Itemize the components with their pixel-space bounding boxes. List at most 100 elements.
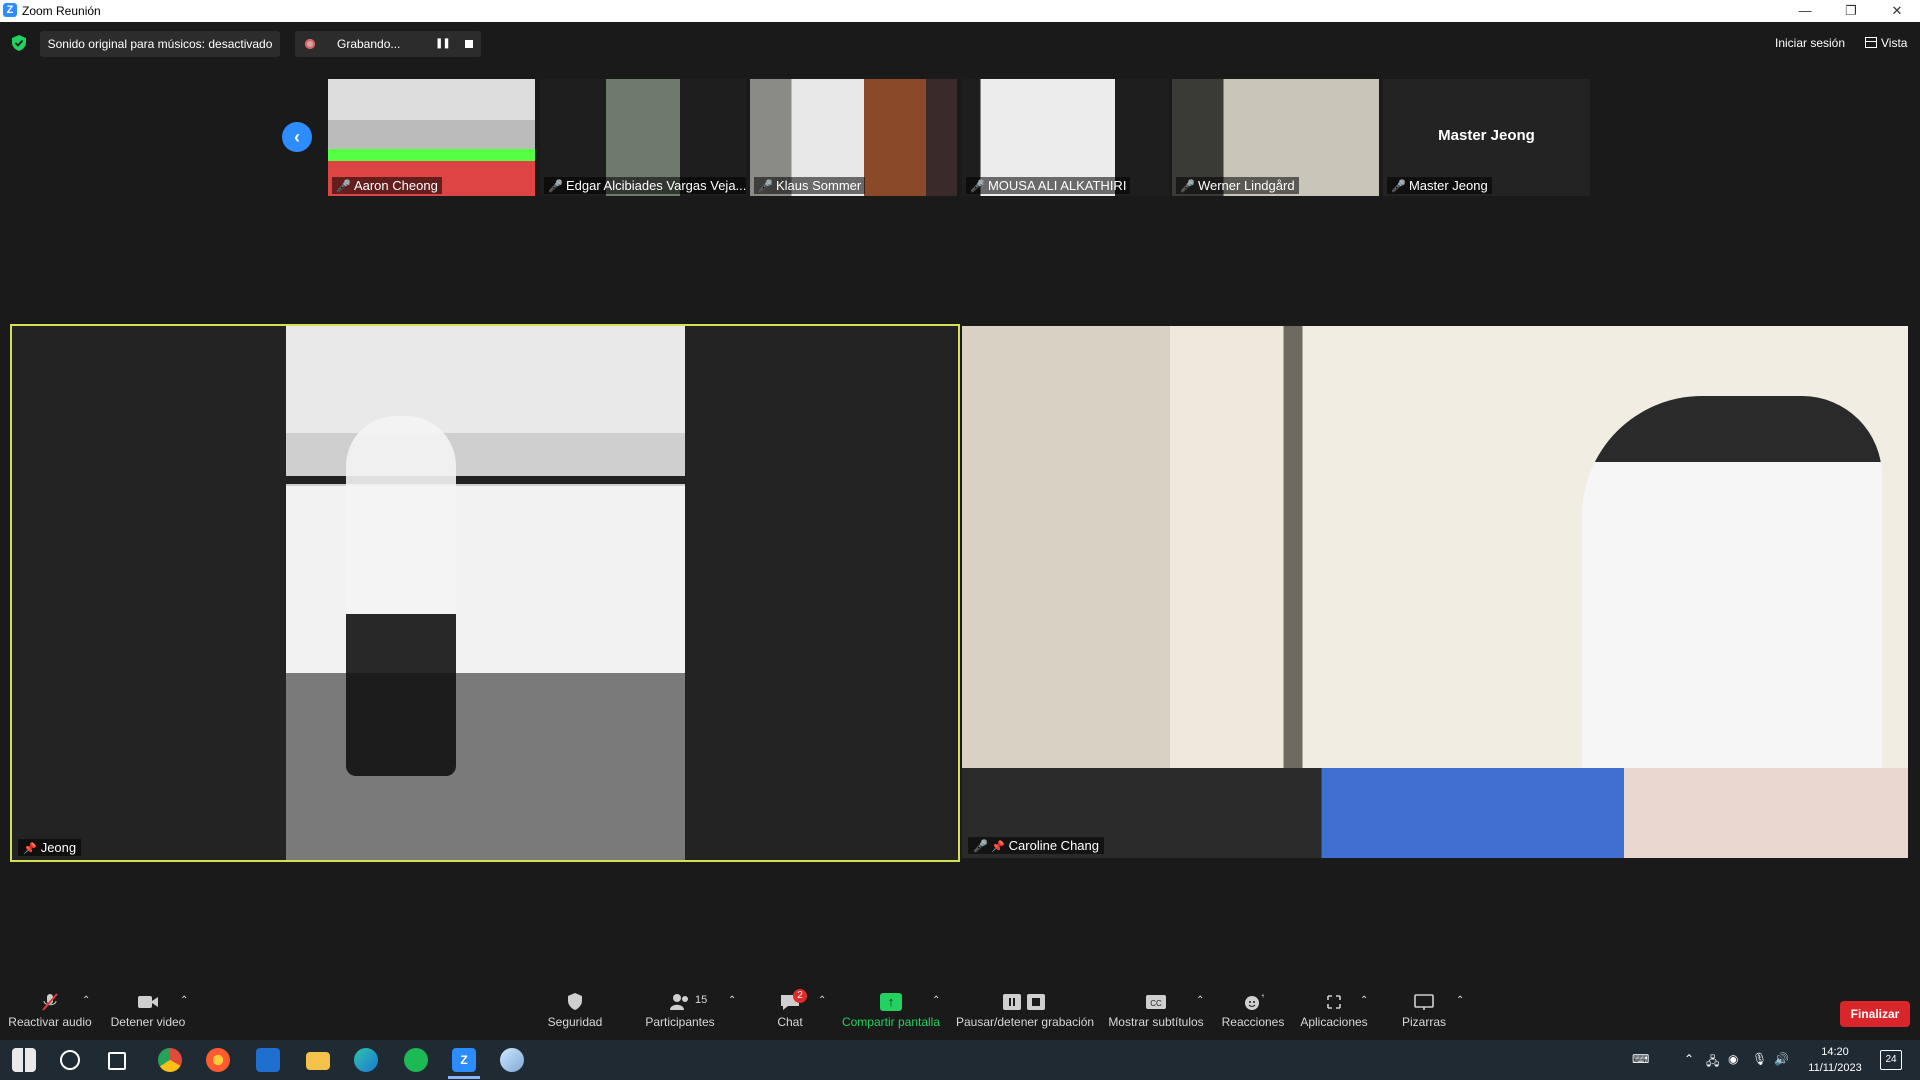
apps-button[interactable]: Aplicaciones <box>1298 975 1370 1040</box>
closed-captions-icon: CC <box>1146 995 1166 1009</box>
restore-icon[interactable]: ❐ <box>1828 0 1874 22</box>
security-label: Seguridad <box>547 1015 603 1029</box>
zoom-taskbar-icon[interactable]: Z <box>452 1048 476 1072</box>
original-sound-toggle[interactable]: Sonido original para músicos: desactivad… <box>40 31 280 57</box>
participant-name-tag: 🎤 MOUSA ALI ALKATHIRI <box>966 177 1131 194</box>
store-icon[interactable] <box>256 1048 280 1072</box>
active-speaker-video-tile[interactable]: 📌 Jeong <box>10 324 960 862</box>
mic-muted-icon: 🎤 <box>1391 179 1406 193</box>
participant-thumbnail[interactable]: 🎤 Aaron Cheong <box>328 79 535 196</box>
participant-name-tag: 🎤 Edgar Alcibiades Vargas Veja... <box>544 177 746 194</box>
shield-icon <box>568 993 582 1010</box>
search-icon[interactable] <box>60 1050 80 1070</box>
participant-name-tag: 🎤 Klaus Sommer <box>754 177 866 194</box>
mic-muted-icon: 🎤 <box>758 179 773 193</box>
sign-in-link[interactable]: Iniciar sesión <box>1775 36 1845 50</box>
share-screen-button[interactable]: ↑ Compartir pantalla <box>840 975 942 1040</box>
audio-options-chevron-icon[interactable]: ⌃ <box>82 995 90 1006</box>
unmute-button[interactable]: Reactivar audio <box>6 975 94 1040</box>
whiteboard-icon <box>1414 994 1434 1010</box>
participants-options-chevron-icon[interactable]: ⌃ <box>728 995 736 1006</box>
participant-name-tag: 📌 Jeong <box>18 839 82 856</box>
participant-figure <box>346 416 456 776</box>
grid-view-icon <box>1865 37 1877 48</box>
reactions-label: Reacciones <box>1221 1015 1285 1029</box>
microphone-muted-icon <box>42 993 58 1011</box>
reactions-button[interactable]: + Reacciones <box>1218 975 1288 1040</box>
previous-page-button[interactable]: ‹ <box>282 122 312 152</box>
share-options-chevron-icon[interactable]: ⌃ <box>932 995 940 1006</box>
share-screen-label: Compartir pantalla <box>841 1015 941 1029</box>
participant-name: Werner Lindgård <box>1197 178 1295 193</box>
participant-center-name: Master Jeong <box>1438 127 1535 144</box>
participant-name-tag: 🎤 Master Jeong <box>1387 177 1492 194</box>
chevron-up-icon[interactable]: ⌃ <box>1684 1052 1694 1066</box>
show-subtitles-button[interactable]: CC Mostrar subtítulos <box>1106 975 1206 1040</box>
mic-muted-icon: 🎤 <box>1180 179 1195 193</box>
participant-name: Klaus Sommer <box>775 178 862 193</box>
view-button[interactable]: Vista <box>1865 36 1907 50</box>
mic-muted-icon: 🎤 <box>970 179 985 193</box>
chat-button[interactable]: Chat <box>770 975 810 1040</box>
notifications-icon[interactable]: 24 <box>1880 1050 1902 1070</box>
mic-muted-icon: 🎤 <box>548 179 563 193</box>
participant-video-tile[interactable]: 🎤 📌 Caroline Chang <box>962 326 1908 858</box>
mic-muted-icon: 🎤 <box>336 179 351 193</box>
video-options-chevron-icon[interactable]: ⌃ <box>180 995 188 1006</box>
system-clock[interactable]: 14:20 11/11/2023 <box>1800 1044 1870 1076</box>
stop-video-label: Detener video <box>110 1015 186 1029</box>
security-shield-icon[interactable] <box>12 35 26 51</box>
apps-options-chevron-icon[interactable]: ⌃ <box>1360 995 1368 1006</box>
chat-options-chevron-icon[interactable]: ⌃ <box>818 995 826 1006</box>
keyboard-icon[interactable]: ⌨ <box>1632 1052 1649 1066</box>
participant-thumbnail[interactable]: 🎤 Klaus Sommer <box>750 79 957 196</box>
spotify-icon[interactable] <box>404 1048 428 1072</box>
volume-icon[interactable]: 🔊 <box>1774 1052 1789 1066</box>
pause-stop-recording-icon <box>1003 994 1045 1010</box>
microphone-icon[interactable]: 🎙 <box>1752 1052 1767 1066</box>
firefox-icon[interactable] <box>206 1048 230 1072</box>
participant-thumbnail[interactable]: 🎤 Werner Lindgård <box>1172 79 1379 196</box>
clock-time: 14:20 <box>1821 1046 1849 1058</box>
chat-label: Chat <box>777 1015 803 1029</box>
security-button[interactable]: Seguridad <box>540 975 610 1040</box>
video-camera-icon <box>138 996 158 1008</box>
chat-unread-badge: 2 <box>793 989 807 1003</box>
zoom-active-indicator <box>448 1076 480 1079</box>
end-meeting-button[interactable]: Finalizar <box>1840 1001 1910 1027</box>
participant-thumbnail[interactable]: 🎤 MOUSA ALI ALKATHIRI <box>962 79 1169 196</box>
participant-name: MOUSA ALI ALKATHIRI <box>987 178 1127 193</box>
participant-thumbnail[interactable]: Master Jeong 🎤 Master Jeong <box>1383 79 1590 196</box>
file-explorer-icon[interactable] <box>306 1052 330 1070</box>
pause-recording-icon[interactable]: ❚❚ <box>435 31 451 57</box>
pin-icon: 📌 <box>23 843 37 855</box>
mic-muted-icon: 🎤 <box>973 839 988 853</box>
share-screen-icon: ↑ <box>880 993 902 1011</box>
show-subtitles-label: Mostrar subtítulos <box>1108 1015 1204 1029</box>
task-view-icon[interactable] <box>108 1052 126 1070</box>
network-icon[interactable]: 🖧 <box>1706 1052 1719 1073</box>
participant-name-tag: 🎤 📌 Caroline Chang <box>968 837 1104 854</box>
minimize-icon[interactable]: — <box>1782 0 1828 22</box>
windows-start-icon[interactable] <box>12 1048 36 1072</box>
camera-icon[interactable]: ◉ <box>1728 1052 1738 1066</box>
participants-label: Participantes <box>645 1015 715 1029</box>
stop-video-button[interactable]: Detener video <box>108 975 188 1040</box>
pause-recording-button[interactable]: Pausar/detener grabación <box>956 975 1094 1040</box>
participants-button[interactable]: Participantes <box>640 975 720 1040</box>
chrome-icon[interactable] <box>158 1048 182 1072</box>
participant-thumbnail[interactable]: 🎤 Edgar Alcibiades Vargas Veja... <box>540 79 746 196</box>
whiteboards-button[interactable]: Pizarras <box>1394 975 1454 1040</box>
whiteboards-label: Pizarras <box>1401 1015 1446 1029</box>
edge-icon[interactable] <box>354 1048 378 1072</box>
view-label: Vista <box>1881 36 1908 50</box>
subtitles-options-chevron-icon[interactable]: ⌃ <box>1196 995 1204 1006</box>
participant-name: Aaron Cheong <box>353 178 438 193</box>
pin-icon: 📌 <box>990 841 1005 853</box>
close-icon[interactable]: ✕ <box>1874 0 1920 22</box>
window-title: Zoom Reunión <box>22 4 101 18</box>
participant-name: Jeong <box>40 840 77 855</box>
paint-icon[interactable] <box>500 1048 524 1072</box>
whiteboards-options-chevron-icon[interactable]: ⌃ <box>1456 995 1464 1006</box>
stop-recording-icon[interactable] <box>465 40 473 48</box>
